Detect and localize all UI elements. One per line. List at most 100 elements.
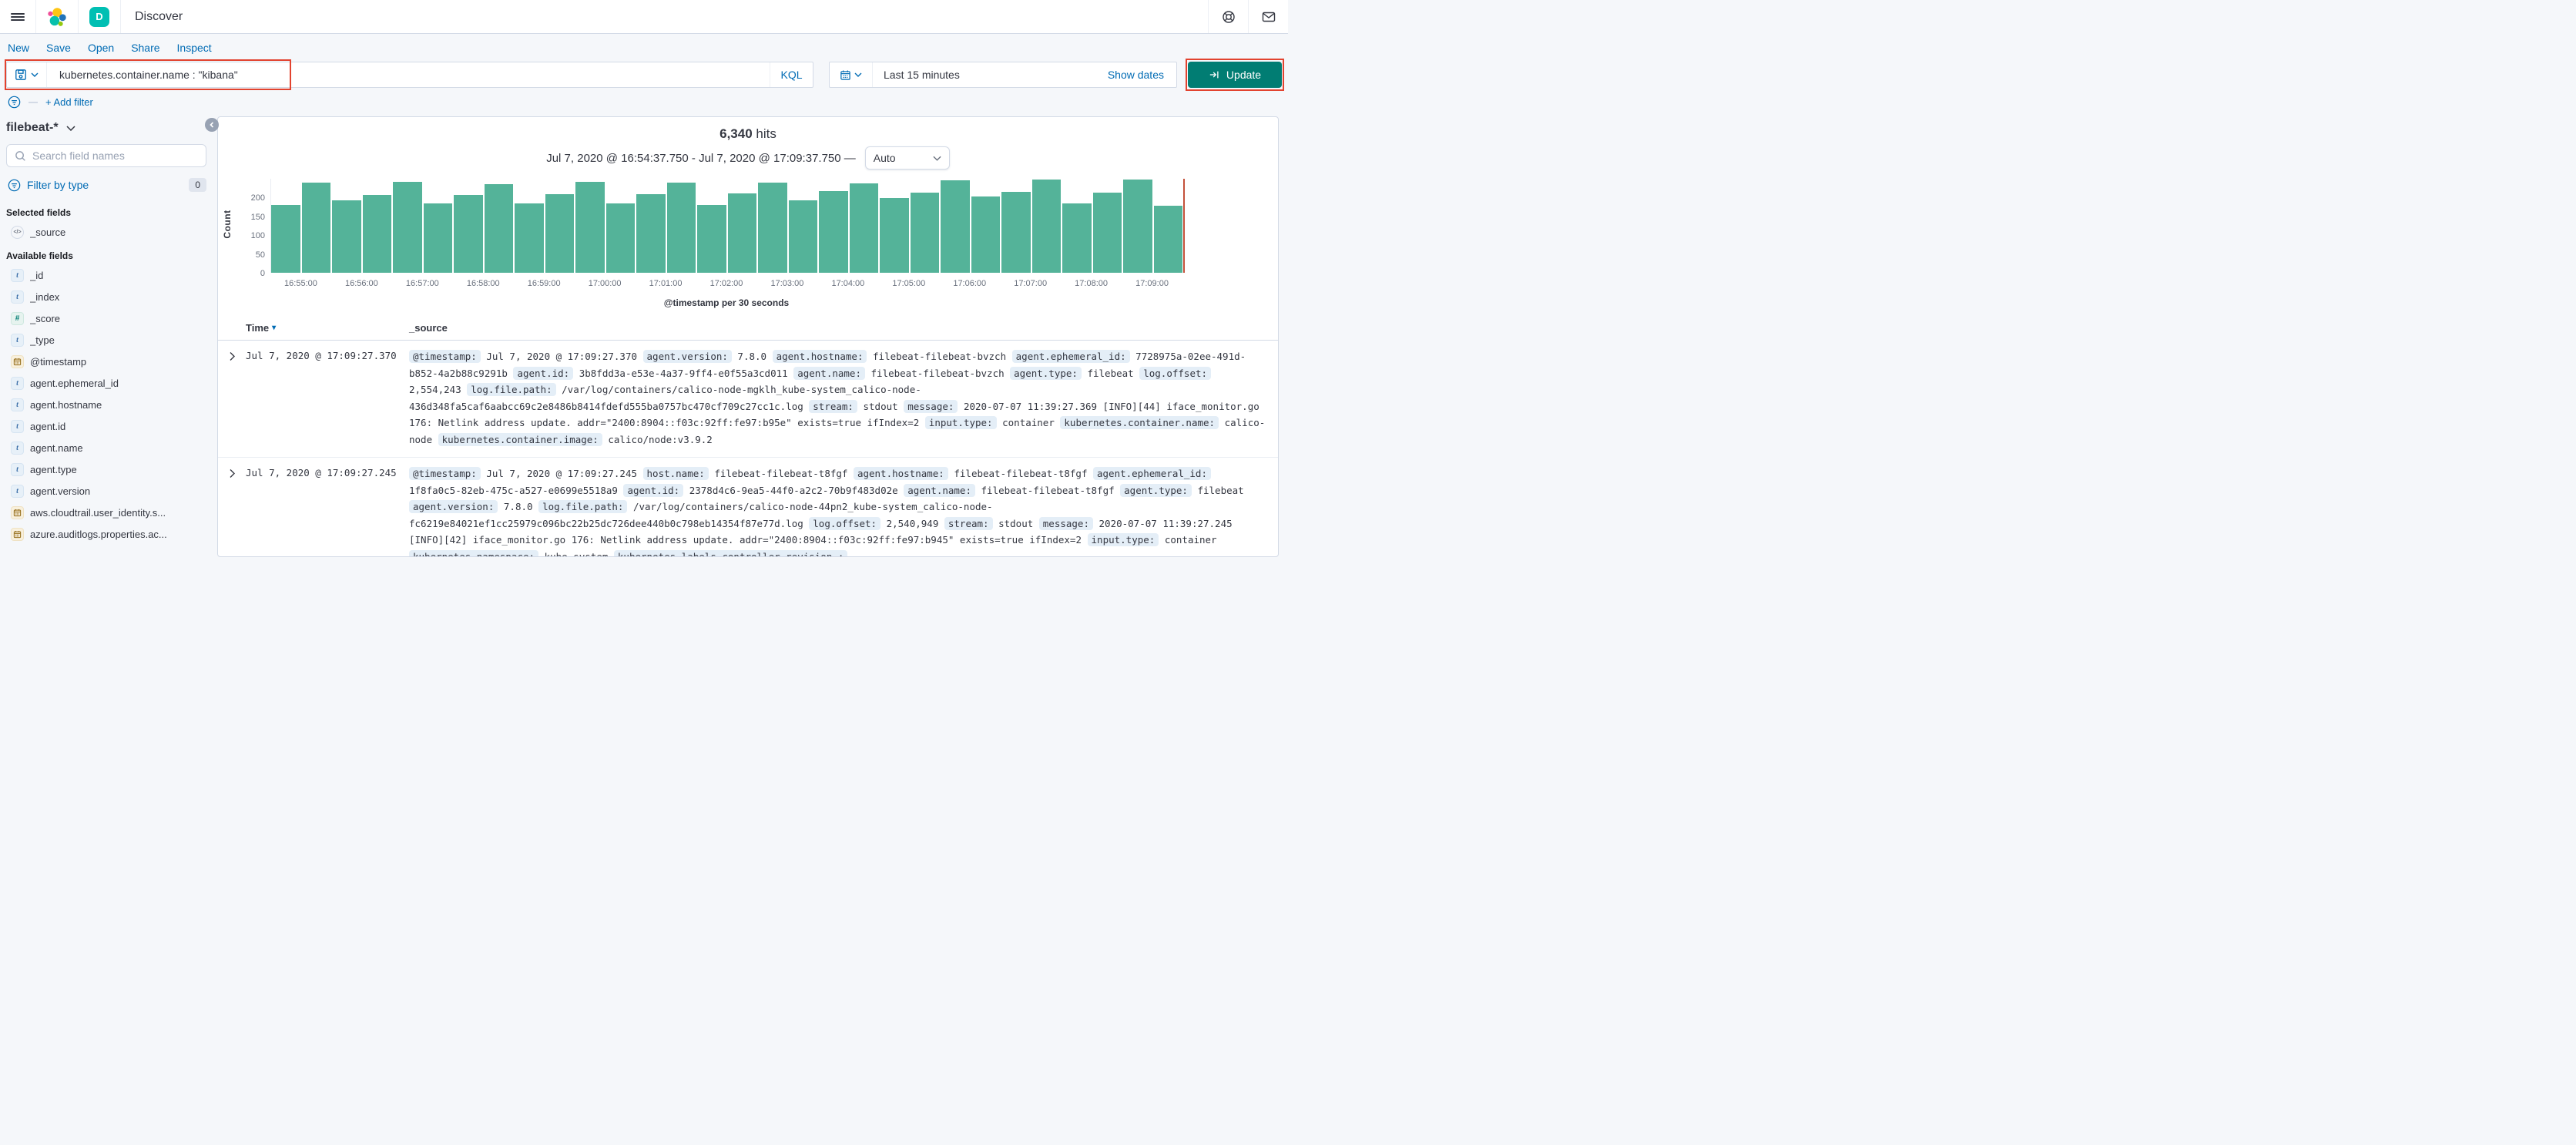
time-range-display[interactable]: Last 15 minutes (873, 62, 1108, 87)
expand-row-button[interactable] (218, 465, 246, 556)
histogram-bar[interactable] (1062, 203, 1092, 273)
app-icon-cell[interactable]: D (79, 0, 121, 33)
calendar-icon (840, 70, 850, 80)
field-search-box (6, 144, 206, 167)
field-sidebar: filebeat-* Filter by type 0 Selected fie… (0, 116, 219, 545)
expand-row-icon (230, 352, 235, 361)
field-item[interactable]: t _index (6, 286, 206, 307)
field-name: aws.cloudtrail.user_identity.s... (30, 506, 166, 519)
collapse-sidebar-button[interactable] (205, 118, 219, 132)
histogram-bar[interactable] (605, 203, 635, 273)
source-field-key: log.file.path: (467, 383, 556, 396)
help-button[interactable] (1208, 0, 1248, 33)
histogram-bar[interactable] (727, 193, 756, 273)
histogram-bar[interactable] (301, 182, 330, 273)
field-name: _id (30, 269, 44, 281)
field-item[interactable]: azure.auditlogs.properties.ac... (6, 523, 206, 545)
x-tick-label: 17:04:00 (831, 279, 865, 288)
field-item[interactable]: t _id (6, 264, 206, 286)
row-timestamp: Jul 7, 2020 @ 17:09:27.370 (246, 350, 397, 361)
field-item[interactable]: t agent.version (6, 480, 206, 502)
nav-inspect[interactable]: Inspect (177, 42, 212, 54)
histogram-bar[interactable] (515, 203, 544, 273)
source-field-key: log.file.path: (538, 500, 628, 513)
histogram-bar[interactable] (666, 183, 696, 273)
text-field-icon: t (11, 441, 24, 455)
histogram-bar[interactable] (758, 182, 787, 273)
histogram-bar[interactable] (941, 180, 970, 273)
nav-share[interactable]: Share (131, 42, 159, 54)
source-field-key: kubernetes.container.name: (1060, 416, 1219, 429)
field-item[interactable]: t _type (6, 329, 206, 351)
show-dates-button[interactable]: Show dates (1108, 62, 1176, 87)
expand-row-button[interactable] (218, 348, 246, 448)
home-button[interactable] (36, 0, 79, 33)
query-input[interactable]: kubernetes.container.name : "kibana" (47, 62, 770, 87)
x-tick-label: 16:59:00 (527, 279, 561, 288)
elastic-logo (48, 7, 66, 26)
source-field-key: agent.ephemeral_id: (1011, 350, 1130, 363)
filter-by-type-button[interactable]: Filter by type (27, 179, 183, 191)
field-item[interactable]: t agent.ephemeral_id (6, 372, 206, 394)
nav-open[interactable]: Open (88, 42, 114, 54)
index-pattern-switcher[interactable]: filebeat-* (6, 116, 206, 144)
histogram-bar[interactable] (971, 196, 1000, 273)
filter-divider (29, 101, 38, 103)
chart-time-range: Jul 7, 2020 @ 16:54:37.750 - Jul 7, 2020… (546, 151, 856, 165)
interval-select[interactable]: Auto (864, 146, 950, 170)
menu-button[interactable] (0, 0, 36, 33)
histogram-bar[interactable] (1001, 191, 1031, 273)
field-item[interactable]: # _score (6, 307, 206, 329)
y-axis-title: Count (222, 210, 233, 239)
text-field-icon: t (11, 398, 24, 411)
histogram-bar[interactable] (454, 194, 483, 273)
field-item[interactable]: aws.cloudtrail.user_identity.s... (6, 502, 206, 523)
histogram-bar[interactable] (271, 205, 300, 273)
histogram-bar[interactable] (575, 181, 605, 273)
newsfeed-button[interactable] (1248, 0, 1288, 33)
histogram-bar[interactable] (880, 198, 909, 273)
histogram-bar[interactable] (636, 193, 666, 273)
histogram-bar[interactable] (1123, 180, 1152, 273)
chevron-down-icon (933, 156, 941, 161)
source-field-value: Jul 7, 2020 @ 17:09:27.370 (486, 351, 637, 362)
source-field-key: kubernetes.labels.controller-revision-: (613, 549, 848, 556)
histogram-bar[interactable] (1092, 192, 1122, 273)
field-item[interactable]: t agent.type (6, 458, 206, 480)
histogram-bar[interactable] (910, 193, 939, 273)
saved-query-menu-button[interactable] (7, 62, 47, 87)
histogram-bar[interactable] (1153, 206, 1182, 273)
nav-new[interactable]: New (8, 42, 29, 54)
update-button[interactable]: Update (1186, 59, 1284, 91)
filter-icon[interactable] (8, 96, 21, 109)
field-item[interactable]: t agent.hostname (6, 394, 206, 415)
histogram-bar[interactable] (788, 200, 817, 273)
search-field-names-input[interactable] (32, 149, 198, 162)
histogram-bar[interactable] (849, 183, 878, 273)
histogram-bar[interactable] (362, 194, 391, 273)
histogram-bar[interactable] (393, 181, 422, 273)
field-item[interactable]: t agent.id (6, 415, 206, 437)
field-name: agent.type (30, 463, 77, 475)
histogram-bar[interactable] (423, 203, 452, 273)
add-filter-button[interactable]: + Add filter (45, 96, 93, 108)
histogram-bar[interactable] (819, 190, 848, 273)
nav-save[interactable]: Save (46, 42, 71, 54)
y-tick-label: 50 (255, 250, 265, 260)
field-item[interactable]: </> _source (6, 221, 206, 243)
field-name: agent.id (30, 420, 66, 432)
field-item[interactable]: t agent.name (6, 437, 206, 458)
selected-fields-list: </> _source (6, 221, 206, 243)
main-content: filebeat-* Filter by type 0 Selected fie… (0, 116, 1288, 557)
quick-select-time-button[interactable] (830, 62, 873, 87)
histogram-bar[interactable] (545, 193, 574, 273)
field-item[interactable]: @timestamp (6, 351, 206, 372)
histogram-bar[interactable] (1031, 180, 1061, 273)
histogram-bar[interactable] (484, 184, 513, 273)
query-language-button[interactable]: KQL (770, 62, 813, 87)
time-column-label: Time (246, 322, 270, 334)
histogram-bar[interactable] (697, 205, 726, 273)
histogram-bar[interactable] (332, 200, 361, 273)
time-column-header[interactable]: Time ▾ (218, 322, 409, 334)
row-timestamp: Jul 7, 2020 @ 17:09:27.245 (246, 467, 397, 478)
